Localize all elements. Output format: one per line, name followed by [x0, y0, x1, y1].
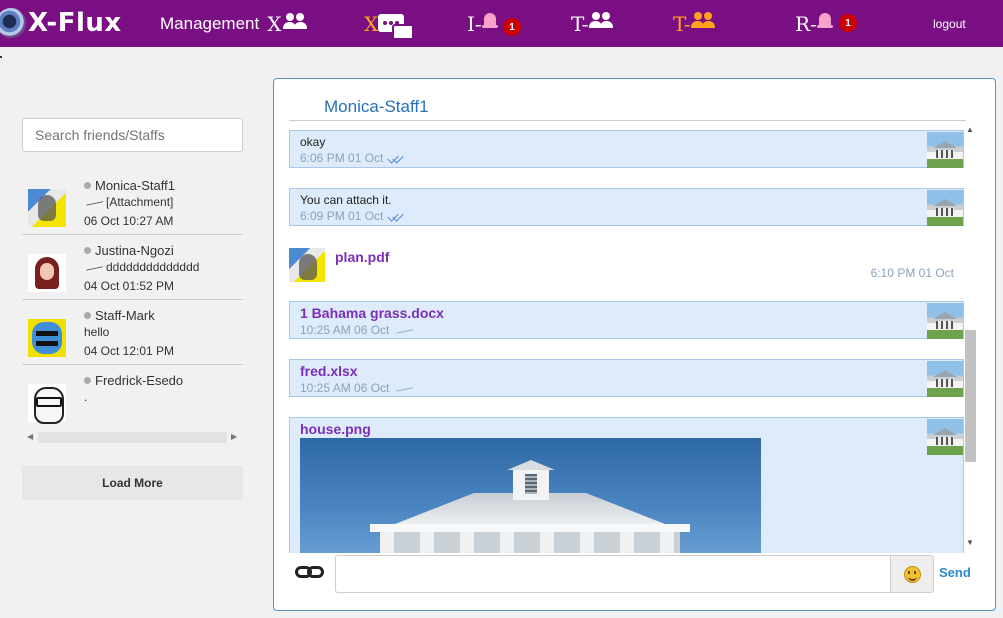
friend-last-message: dddddddddddddd	[84, 260, 199, 274]
friend-item-fredrick[interactable]: Fredrick-Esedo .	[22, 365, 243, 430]
emoji-button[interactable]	[890, 555, 934, 593]
friend-item-monica[interactable]: Monica-Staff1 [Attachment] 06 Oct 10:27 …	[22, 170, 243, 235]
friend-name: Justina-Ngozi	[84, 243, 174, 258]
friend-name: Staff-Mark	[84, 308, 155, 323]
nav-x-chat-label: X	[364, 11, 379, 36]
bell-icon	[816, 12, 833, 30]
friend-name: Monica-Staff1	[84, 178, 175, 193]
avatar	[927, 132, 963, 168]
avatar	[289, 248, 325, 282]
message-list: okay 6:06 PM 01 Oct You can attach it. 6…	[289, 127, 965, 553]
friend-time: 04 Oct 12:01 PM	[84, 344, 175, 358]
message-outgoing: You can attach it. 6:09 PM 01 Oct	[289, 188, 964, 226]
message-time: 10:25 AM 06 Oct	[300, 323, 417, 337]
avatar	[927, 190, 963, 226]
nav-t2-label: T-	[673, 11, 691, 36]
image-attachment-preview[interactable]	[300, 438, 761, 553]
scroll-down-arrow-icon[interactable]: ▼	[966, 538, 974, 547]
nav-t-team[interactable]: T-	[571, 0, 613, 47]
friend-last-message: [Attachment]	[84, 195, 173, 209]
friend-time: 06 Oct 10:27 AM	[84, 214, 174, 228]
team-icon	[588, 11, 613, 30]
app-logo[interactable]: X-Flux	[0, 4, 122, 42]
friend-item-mark[interactable]: Staff-Mark hello 04 Oct 12:01 PM	[22, 300, 243, 365]
message-composer: Send	[289, 553, 980, 595]
nav-t-label: T-	[571, 11, 589, 36]
scroll-up-arrow-icon[interactable]: ▲	[966, 125, 974, 134]
nav-r-label: R-	[795, 11, 817, 36]
sent-check-icon	[86, 196, 106, 206]
file-attachment-link[interactable]: 1 Bahama grass.docx	[300, 305, 444, 321]
message-text: You can attach it.	[300, 193, 392, 207]
chat-panel: Monica-Staff1 okay 6:06 PM 01 Oct You ca…	[273, 78, 996, 611]
nav-management-x: X	[267, 11, 282, 36]
notification-badge: 1	[503, 18, 521, 36]
scroll-right-arrow-icon[interactable]: ▶	[231, 432, 237, 441]
friend-last-message: .	[84, 390, 88, 404]
avatar	[28, 254, 66, 292]
message-time: 6:09 PM 01 Oct	[300, 209, 405, 223]
staff-icon	[690, 11, 715, 30]
friends-horizontal-scrollbar[interactable]: ◀ ▶	[22, 429, 243, 446]
top-nav: X-Flux Management X X I- 1 T- T- R- 1 lo…	[0, 0, 1003, 47]
message-outgoing: house.png	[289, 417, 964, 553]
message-input[interactable]	[335, 555, 891, 593]
divider	[289, 120, 966, 121]
avatar	[28, 189, 66, 227]
notification-badge: 1	[839, 14, 857, 32]
bell-icon	[481, 12, 498, 30]
chat-bubbles-icon	[378, 13, 415, 42]
message-time: 6:10 PM 01 Oct	[870, 266, 954, 280]
avatar	[927, 361, 963, 397]
message-time: 10:25 AM 06 Oct	[300, 381, 417, 395]
read-check-icon	[387, 211, 405, 221]
friend-item-justina[interactable]: Justina-Ngozi dddddddddddddd 04 Oct 01:5…	[22, 235, 243, 300]
nav-i-notifications[interactable]: I- 1	[467, 0, 521, 47]
search-friends-input[interactable]	[22, 118, 243, 152]
nav-management-label: Management	[160, 13, 260, 33]
load-more-button[interactable]: Load More	[22, 466, 243, 500]
chat-title: Monica-Staff1	[324, 97, 429, 116]
scrollbar-thumb[interactable]	[965, 330, 976, 462]
read-check-icon	[387, 153, 405, 163]
avatar	[927, 419, 963, 455]
message-outgoing: fred.xlsx 10:25 AM 06 Oct	[289, 359, 964, 397]
sent-check-icon	[396, 324, 417, 334]
users-icon	[283, 12, 307, 31]
attach-link-icon[interactable]	[295, 563, 325, 581]
avatar	[28, 384, 66, 424]
sent-check-icon	[396, 382, 417, 392]
stray-dot	[0, 56, 2, 58]
friend-time: 04 Oct 01:52 PM	[84, 279, 175, 293]
logo-text: X-Flux	[28, 8, 122, 38]
send-button[interactable]: Send	[939, 565, 971, 580]
sent-check-icon	[86, 261, 106, 271]
nav-r-requests[interactable]: R- 1	[795, 0, 857, 47]
scroll-left-arrow-icon[interactable]: ◀	[27, 432, 33, 441]
messages-vertical-scrollbar[interactable]: ▲ ▼	[962, 125, 979, 551]
file-attachment-link[interactable]: plan.pdf	[335, 249, 389, 265]
avatar	[28, 319, 66, 357]
message-time: 6:06 PM 01 Oct	[300, 151, 405, 165]
scrollbar-thumb[interactable]	[38, 432, 227, 443]
logout-link[interactable]: logout	[933, 0, 966, 47]
friend-name: Fredrick-Esedo	[84, 373, 183, 388]
message-outgoing: 1 Bahama grass.docx 10:25 AM 06 Oct	[289, 301, 964, 339]
message-incoming: plan.pdf 6:10 PM 01 Oct	[289, 246, 964, 282]
friend-last-message: hello	[84, 325, 110, 339]
nav-management[interactable]: Management X	[160, 0, 307, 47]
nav-i-label: I-	[467, 11, 482, 36]
logo-icon	[0, 8, 26, 38]
avatar	[927, 303, 963, 339]
nav-x-chat[interactable]: X	[364, 0, 415, 47]
friends-list: Monica-Staff1 [Attachment] 06 Oct 10:27 …	[22, 170, 243, 446]
message-text: okay	[300, 135, 326, 149]
smiley-icon	[904, 566, 921, 583]
file-attachment-link[interactable]: fred.xlsx	[300, 363, 358, 379]
nav-t-staff[interactable]: T-	[673, 0, 715, 47]
message-outgoing: okay 6:06 PM 01 Oct	[289, 130, 964, 168]
file-attachment-link[interactable]: house.png	[300, 421, 371, 437]
